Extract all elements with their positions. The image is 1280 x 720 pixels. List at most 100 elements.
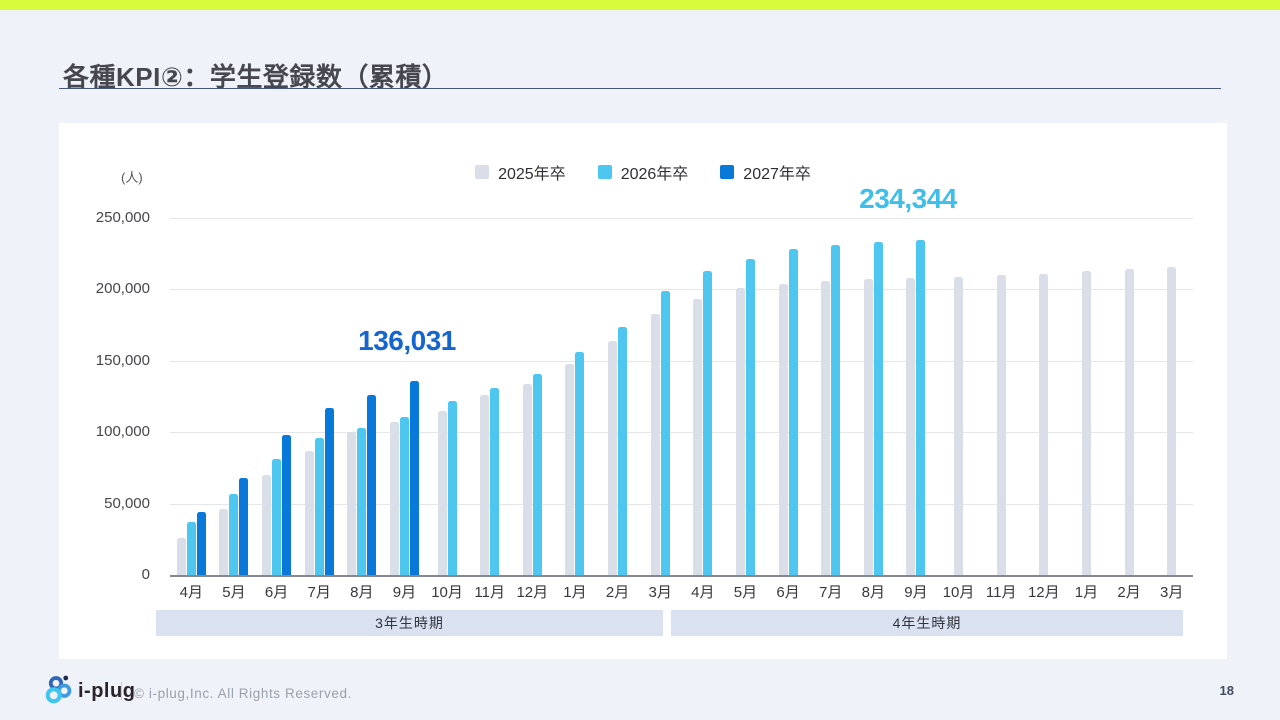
bar xyxy=(187,522,196,575)
bar xyxy=(703,271,712,575)
bar xyxy=(367,395,376,575)
chart-card: 2025年卒 2026年卒 2027年卒 (人) 250,000 200,000 1… xyxy=(59,123,1227,659)
bar xyxy=(400,417,409,576)
x-band-grade4: 4年生時期 xyxy=(671,610,1183,636)
bar-group xyxy=(639,218,682,575)
legend-label-2027: 2027年卒 xyxy=(743,160,811,184)
legend-item-2025: 2025年卒 xyxy=(475,160,566,184)
legend-swatch-2027 xyxy=(720,165,734,179)
bar xyxy=(282,435,291,575)
bar xyxy=(575,352,584,575)
x-band-grade3: 3年生時期 xyxy=(156,610,663,636)
bar-group xyxy=(852,218,895,575)
legend-swatch-2026 xyxy=(598,165,612,179)
bar-group xyxy=(255,218,298,575)
x-axis-label: 6月 xyxy=(255,581,298,602)
bar xyxy=(954,277,963,575)
bar xyxy=(906,278,915,575)
x-axis-label: 11月 xyxy=(468,581,511,602)
legend-label-2026: 2026年卒 xyxy=(621,160,689,184)
y-axis-tick-label: 100,000 xyxy=(96,423,150,440)
x-axis-label: 10月 xyxy=(937,581,980,602)
bar xyxy=(1082,271,1091,575)
bar xyxy=(357,428,366,575)
bar xyxy=(608,341,617,575)
bar xyxy=(347,432,356,575)
x-axis-label: 8月 xyxy=(852,581,895,602)
x-axis-label: 3月 xyxy=(639,581,682,602)
bar xyxy=(197,512,206,575)
annotation-2026-peak: 234,344 xyxy=(859,183,957,215)
bar xyxy=(490,388,499,575)
x-axis-labels: 4月5月6月7月8月9月10月11月12月1月2月3月4月5月6月7月8月9月1… xyxy=(170,581,1193,602)
x-axis-label: 2月 xyxy=(1108,581,1151,602)
bar xyxy=(480,395,489,575)
bar xyxy=(390,422,399,575)
page-number: 18 xyxy=(1220,683,1234,698)
x-axis-label: 12月 xyxy=(511,581,554,602)
bar xyxy=(1167,267,1176,575)
x-axis-label: 10月 xyxy=(426,581,469,602)
bar xyxy=(779,284,788,575)
bar xyxy=(831,245,840,575)
bar-group xyxy=(596,218,639,575)
x-axis-label: 9月 xyxy=(383,581,426,602)
legend-item-2026: 2026年卒 xyxy=(598,160,689,184)
bar-group xyxy=(980,218,1023,575)
x-axis-label: 3月 xyxy=(1150,581,1193,602)
legend-swatch-2025 xyxy=(475,165,489,179)
top-accent-bar xyxy=(0,0,1280,10)
bar-group xyxy=(809,218,852,575)
bar xyxy=(438,411,447,575)
bar-group xyxy=(1023,218,1066,575)
bar xyxy=(229,494,238,575)
bar xyxy=(1039,274,1048,575)
title-underline xyxy=(59,88,1221,89)
bar xyxy=(305,451,314,575)
bar-group xyxy=(170,218,213,575)
i-plug-wordmark: i-plug xyxy=(78,680,135,703)
y-axis-tick-label: 150,000 xyxy=(96,352,150,369)
bar-group xyxy=(383,218,426,575)
y-axis-tick-label: 0 xyxy=(142,566,150,583)
plot-area xyxy=(170,218,1193,577)
bar-group xyxy=(341,218,384,575)
bar-group xyxy=(767,218,810,575)
x-axis-label: 9月 xyxy=(895,581,938,602)
bar xyxy=(693,299,702,575)
bar xyxy=(448,401,457,575)
bar-group xyxy=(426,218,469,575)
bar-group xyxy=(895,218,938,575)
bar xyxy=(523,384,532,575)
bar-group xyxy=(1150,218,1193,575)
y-axis-tick-label: 250,000 xyxy=(96,209,150,226)
x-axis-label: 2月 xyxy=(596,581,639,602)
bar xyxy=(789,249,798,575)
y-axis-tick-label: 50,000 xyxy=(104,495,150,512)
bar xyxy=(239,478,248,575)
x-axis-label: 1月 xyxy=(1065,581,1108,602)
y-axis-unit-label: (人) xyxy=(121,167,143,186)
y-axis-labels: 250,000200,000150,000100,00050,0000 xyxy=(59,218,150,575)
bar xyxy=(916,240,925,575)
bar-group xyxy=(1108,218,1151,575)
bar xyxy=(177,538,186,575)
bar-group xyxy=(1065,218,1108,575)
bar xyxy=(565,364,574,575)
x-axis-label: 5月 xyxy=(724,581,767,602)
x-axis-label: 11月 xyxy=(980,581,1023,602)
bar xyxy=(618,327,627,575)
bar xyxy=(325,408,334,575)
y-axis-tick-label: 200,000 xyxy=(96,280,150,297)
x-axis-label: 1月 xyxy=(554,581,597,602)
bar xyxy=(736,288,745,575)
bar xyxy=(1125,269,1134,575)
x-axis-label: 7月 xyxy=(298,581,341,602)
x-axis-label: 4月 xyxy=(682,581,725,602)
x-axis-label: 7月 xyxy=(809,581,852,602)
bar xyxy=(219,509,228,575)
bar-group xyxy=(213,218,256,575)
bar xyxy=(661,291,670,575)
x-axis-label: 6月 xyxy=(767,581,810,602)
x-axis-label: 5月 xyxy=(213,581,256,602)
